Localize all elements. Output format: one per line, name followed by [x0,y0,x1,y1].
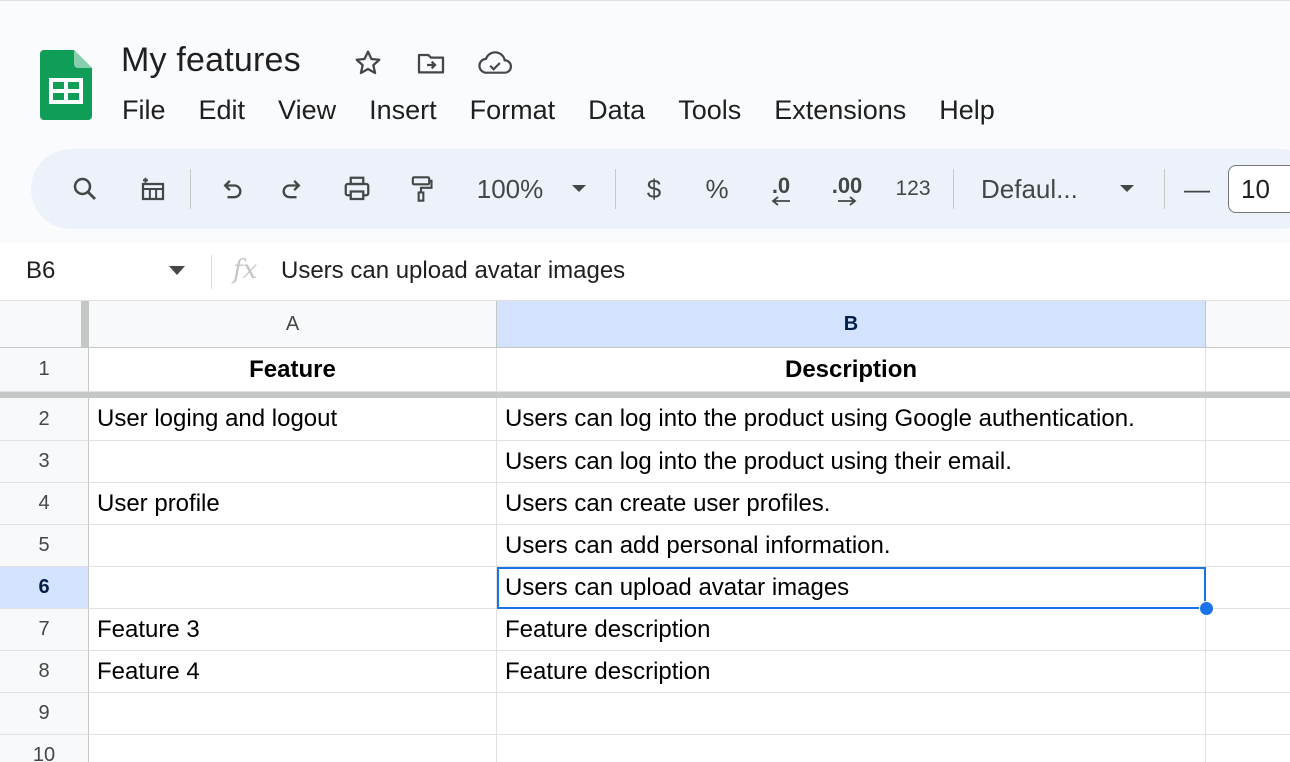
row-header-4[interactable]: 4 [0,483,89,525]
cell-b6[interactable]: Users can upload avatar images [497,567,1206,609]
cloud-saved-icon[interactable] [477,45,513,81]
decrease-font-size-button[interactable]: — [1179,149,1215,229]
cell-b4[interactable]: Users can create user profiles. [497,483,1206,525]
toolbar: 100% $ % .0 .00 123 Defaul... — 10 [31,149,1290,229]
more-formats-button[interactable]: 123 [889,149,937,229]
app-header: My features File Edit View Insert Format… [0,0,1290,243]
column-header-a[interactable]: A [89,301,497,348]
cell-c5[interactable] [1206,525,1290,567]
increase-decimal-label: .00 [831,173,863,198]
toolbar-divider [615,169,616,209]
row-header-6[interactable]: 6 [0,567,89,609]
cell-a10[interactable] [89,735,497,762]
name-box[interactable]: B6 [26,257,55,285]
toolbar-divider [953,169,954,209]
percent-format-button[interactable]: % [699,149,735,229]
menu-view[interactable]: View [278,93,336,128]
font-family-select[interactable]: Defaul... [981,149,1097,229]
cell-a1[interactable]: Feature [89,348,497,392]
menu-file[interactable]: File [122,93,166,128]
increase-decimal-button[interactable]: .00 [823,149,871,229]
zoom-select[interactable]: 100% [469,149,551,229]
cell-c8[interactable] [1206,651,1290,693]
freeze-column-handle[interactable] [81,301,89,348]
move-folder-icon[interactable] [413,45,449,81]
cell-b3[interactable]: Users can log into the product using the… [497,441,1206,483]
row-header-1[interactable]: 1 [0,348,89,392]
font-size-input[interactable]: 10 [1228,165,1290,213]
star-icon[interactable] [350,45,386,81]
row-header-10[interactable]: 10 [0,735,89,762]
select-all-corner[interactable] [0,301,89,348]
print-icon[interactable] [337,149,377,229]
cell-b7[interactable]: Feature description [497,609,1206,651]
cell-b8[interactable]: Feature description [497,651,1206,693]
decrease-decimal-button[interactable]: .0 [759,149,803,229]
row-header-8[interactable]: 8 [0,651,89,693]
row-header-9[interactable]: 9 [0,693,89,735]
menu-insert[interactable]: Insert [369,93,437,128]
fx-icon: fx [233,255,258,285]
formula-bar: B6 fx Users can upload avatar images [0,243,1290,301]
cell-c10[interactable] [1206,735,1290,762]
cell-c1[interactable] [1206,348,1290,392]
formula-input[interactable]: Users can upload avatar images [281,257,625,285]
menu-data[interactable]: Data [588,93,645,128]
menu-extensions[interactable]: Extensions [774,93,906,128]
cell-a2[interactable]: User loging and logout [89,398,497,441]
menu-format[interactable]: Format [470,93,556,128]
row-header-3[interactable]: 3 [0,441,89,483]
insert-table-icon[interactable] [133,149,173,229]
cell-c2[interactable] [1206,398,1290,441]
cell-c4[interactable] [1206,483,1290,525]
cell-c3[interactable] [1206,441,1290,483]
cell-c7[interactable] [1206,609,1290,651]
redo-icon[interactable] [273,149,313,229]
arrow-left-icon [771,196,790,206]
cell-b2[interactable]: Users can log into the product using Goo… [497,398,1206,441]
fill-handle[interactable] [1199,601,1214,616]
arrow-right-icon [838,196,857,206]
document-title[interactable]: My features [121,41,301,80]
zoom-chevron-down-icon[interactable] [565,149,593,229]
sheets-logo-icon[interactable] [40,50,92,120]
menu-help[interactable]: Help [939,93,995,128]
freeze-row-divider[interactable] [0,392,1290,398]
cell-a9[interactable] [89,693,497,735]
cell-a7[interactable]: Feature 3 [89,609,497,651]
cell-a3[interactable] [89,441,497,483]
font-chevron-down-icon[interactable] [1113,149,1141,229]
name-box-chevron-down-icon[interactable] [168,265,186,277]
row-header-5[interactable]: 5 [0,525,89,567]
cell-a5[interactable] [89,525,497,567]
menu-bar: File Edit View Insert Format Data Tools … [122,93,1028,128]
cell-c6[interactable] [1206,567,1290,609]
decrease-decimal-label: .0 [771,173,791,198]
cell-b1[interactable]: Description [497,348,1206,392]
toolbar-divider [1164,169,1165,209]
column-header-c[interactable] [1206,301,1290,348]
cell-b5[interactable]: Users can add personal information. [497,525,1206,567]
cell-a4[interactable]: User profile [89,483,497,525]
cell-c9[interactable] [1206,693,1290,735]
search-menus-icon[interactable] [65,149,105,229]
undo-icon[interactable] [211,149,251,229]
currency-format-button[interactable]: $ [636,149,672,229]
paint-format-icon[interactable] [401,149,441,229]
cell-a8[interactable]: Feature 4 [89,651,497,693]
spreadsheet-grid: A B 1 Feature Description 2 User loging and … [0,301,1290,762]
cell-a6[interactable] [89,567,497,609]
row-header-2[interactable]: 2 [0,398,89,441]
cell-b10[interactable] [497,735,1206,762]
formula-bar-divider [211,255,212,289]
toolbar-divider [190,169,191,209]
row-header-7[interactable]: 7 [0,609,89,651]
column-header-b[interactable]: B [497,301,1206,348]
menu-tools[interactable]: Tools [678,93,741,128]
menu-edit[interactable]: Edit [199,93,246,128]
cell-b9[interactable] [497,693,1206,735]
